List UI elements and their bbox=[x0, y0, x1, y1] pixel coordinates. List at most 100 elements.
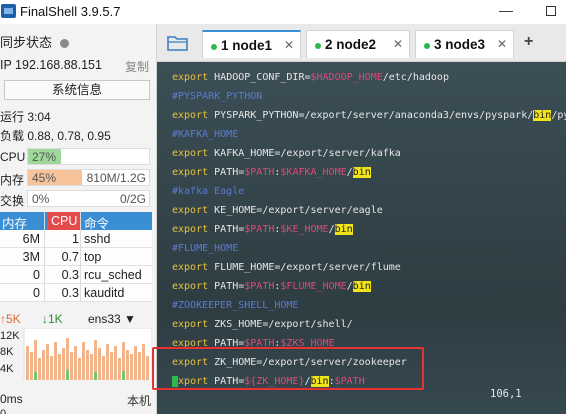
session-tab-bar: 1 node1 ✕ 2 node2 ✕ 3 node3 ✕ + bbox=[157, 24, 566, 62]
copy-ip-link[interactable]: 复制 bbox=[125, 58, 149, 75]
terminal-text: $PATH bbox=[244, 224, 275, 235]
terminal-text: $FLUME_HOME bbox=[280, 281, 347, 292]
terminal-line: export FLUME_HOME=/export/server/flume bbox=[172, 262, 401, 274]
table-row[interactable]: 0 0.3 kauditd bbox=[0, 284, 152, 302]
swap-bar: 0% 0/2G bbox=[27, 190, 150, 207]
ping-target[interactable]: 本机 bbox=[127, 392, 151, 409]
terminal-text: PATH= bbox=[214, 224, 245, 235]
window-title: FinalShell 3.9.5.7 bbox=[20, 4, 121, 19]
terminal-text: export bbox=[172, 224, 215, 235]
terminal-text: /etc/hadoop bbox=[382, 72, 449, 83]
terminal-text: #KAFKA_HOME bbox=[172, 129, 239, 140]
terminal-text: export bbox=[172, 110, 215, 121]
connected-dot-icon bbox=[424, 43, 430, 49]
system-info-button[interactable]: 系统信息 bbox=[4, 80, 150, 100]
close-icon[interactable]: ✕ bbox=[284, 38, 294, 52]
process-command: rcu_sched bbox=[84, 268, 142, 282]
header-cpu[interactable]: CPU bbox=[48, 212, 81, 230]
terminal-line: #FLUME_HOME bbox=[172, 243, 238, 255]
terminal-text: export bbox=[172, 205, 215, 216]
folder-icon[interactable] bbox=[167, 34, 189, 52]
process-memory: 3M bbox=[22, 250, 40, 264]
terminal-text: #PYSPARK_PYTHON bbox=[172, 91, 263, 102]
ip-row: IP 192.168.88.151 复制 bbox=[0, 58, 157, 75]
cpu-label: CPU bbox=[0, 150, 26, 164]
interface-select[interactable]: ens33 ▼ bbox=[88, 312, 136, 326]
terminal-text: $HADOOP_HOME bbox=[310, 72, 383, 83]
tab-node3[interactable]: 3 node3 ✕ bbox=[415, 30, 514, 58]
uptime: 运行 3:04 bbox=[0, 110, 51, 124]
terminal-line: export HADOOP_CONF_DIR=$HADOOP_HOME/etc/… bbox=[172, 72, 449, 84]
tab-node2[interactable]: 2 node2 ✕ bbox=[306, 30, 410, 58]
terminal-text: FLUME_HOME=/export/server/flume bbox=[214, 262, 401, 273]
process-memory: 0 bbox=[33, 286, 40, 300]
terminal-text: PATH= bbox=[214, 281, 245, 292]
highlight-annotation-box bbox=[152, 347, 424, 390]
terminal-text: ZKS_HOME=/export/shell/ bbox=[214, 319, 353, 330]
terminal-line: export PYSPARK_PYTHON=/export/server/ana… bbox=[172, 110, 566, 122]
close-icon[interactable]: ✕ bbox=[497, 37, 507, 51]
process-memory: 6M bbox=[22, 232, 40, 246]
terminal-text: / bbox=[328, 224, 335, 235]
download-rate-value: 1K bbox=[48, 312, 63, 326]
terminal-line: export PATH=$PATH:$KAFKA_HOME/bin bbox=[172, 167, 371, 179]
table-row[interactable]: 0 0.3 rcu_sched bbox=[0, 266, 152, 284]
process-command: sshd bbox=[84, 232, 111, 246]
table-row[interactable]: 6M 1 sshd bbox=[0, 230, 152, 248]
network-graph: 12K 8K 4K bbox=[0, 327, 153, 381]
terminal-text: export bbox=[172, 167, 215, 178]
column-divider bbox=[80, 212, 81, 302]
process-table: 内存 CPU 命令 6M 1 sshd 3M 0.7 top 0 0.3 rcu… bbox=[0, 212, 152, 302]
sync-status-label: 同步状态 bbox=[0, 35, 53, 50]
swap-percent: 0% bbox=[32, 192, 50, 206]
terminal-text: KE_HOME=/export/server/eagle bbox=[214, 205, 383, 216]
terminal-text: HADOOP_CONF_DIR= bbox=[214, 72, 311, 83]
sync-status-dot-icon bbox=[60, 39, 70, 49]
table-row[interactable]: 3M 0.7 top bbox=[0, 248, 152, 266]
process-cpu: 0.3 bbox=[61, 286, 79, 300]
terminal-text: export bbox=[172, 148, 215, 159]
ping-stats: 0ms 本机 bbox=[0, 392, 157, 409]
memory-bar: 45% 810M/1.2G bbox=[27, 169, 150, 186]
process-command: top bbox=[84, 250, 102, 264]
terminal-text: bin bbox=[352, 167, 371, 178]
process-cpu: 0.3 bbox=[61, 268, 79, 282]
terminal-text: #kafka Eagle bbox=[172, 186, 245, 197]
process-command: kauditd bbox=[84, 286, 125, 300]
graph-axis-label: 8K bbox=[0, 346, 14, 358]
terminal-line: export PATH=$PATH:$FLUME_HOME/bin bbox=[172, 281, 371, 293]
terminal-text: bin bbox=[352, 281, 371, 292]
tab-label: 2 node2 bbox=[325, 37, 377, 52]
process-cpu: 1 bbox=[72, 232, 79, 246]
cpu-percent: 27% bbox=[32, 150, 57, 164]
add-tab-icon[interactable]: + bbox=[524, 33, 533, 51]
graph-axis-label: 12K bbox=[0, 330, 20, 342]
process-cpu: 0.7 bbox=[61, 250, 79, 264]
process-table-header: 内存 CPU 命令 bbox=[0, 212, 152, 231]
close-icon[interactable]: ✕ bbox=[393, 37, 403, 51]
interface-name: ens33 bbox=[88, 312, 121, 326]
load-average: 负载 0.88, 0.78, 0.95 bbox=[0, 129, 111, 143]
terminal-text: PATH= bbox=[214, 167, 245, 178]
chevron-down-icon: ▼ bbox=[124, 312, 136, 326]
tab-label: 3 node3 bbox=[434, 37, 486, 52]
terminal-text: export bbox=[172, 72, 215, 83]
cpu-meter: CPU 27% bbox=[0, 148, 157, 166]
cpu-bar: 27% bbox=[27, 148, 150, 165]
terminal-line: export PATH=$PATH:$KE_HOME/bin bbox=[172, 224, 353, 236]
cursor-position: 106,1 bbox=[490, 388, 522, 400]
server-status-sidebar: 同步状态 IP 192.168.88.151 复制 系统信息 运行 3:04 负… bbox=[0, 24, 157, 414]
swap-meter: 交换 0% 0/2G bbox=[0, 190, 157, 208]
network-graph-svg bbox=[23, 327, 153, 381]
terminal-line: export KAFKA_HOME=/export/server/kafka bbox=[172, 148, 401, 160]
terminal-text: /pyt bbox=[551, 110, 566, 121]
process-memory: 0 bbox=[33, 268, 40, 282]
upload-rate-value: 5K bbox=[6, 312, 21, 326]
tab-node1[interactable]: 1 node1 ✕ bbox=[202, 30, 301, 58]
maximize-button[interactable] bbox=[546, 6, 556, 16]
memory-label: 内存 bbox=[0, 173, 25, 187]
minimize-button[interactable]: — bbox=[499, 2, 513, 18]
sync-status: 同步状态 bbox=[0, 32, 70, 51]
ping-axis-zero: 0 bbox=[0, 408, 7, 414]
download-rate: ↓1K bbox=[42, 312, 63, 326]
